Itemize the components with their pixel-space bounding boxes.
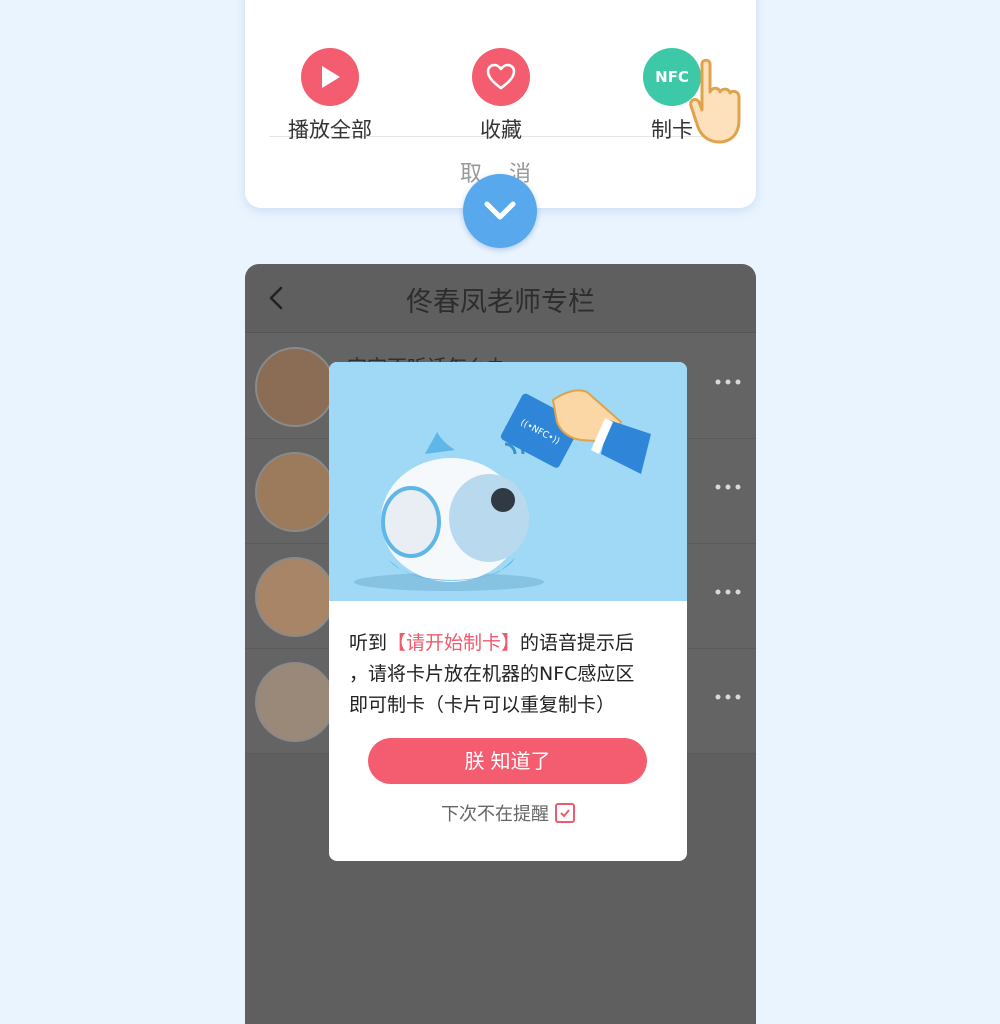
heart-icon [472,48,530,106]
got-it-button[interactable]: 朕知道了 [368,738,647,784]
nav-bar: 佟春凤老师专栏 [245,264,756,333]
avatar [255,452,335,532]
play-all-label: 播放全部 [288,118,372,142]
more-icon[interactable] [714,377,742,387]
more-icon[interactable] [714,692,742,702]
collapse-button[interactable] [463,174,537,248]
favorite-label: 收藏 [480,118,522,142]
favorite-button[interactable]: 收藏 [431,48,571,144]
avatar [255,662,335,742]
more-icon[interactable] [714,587,742,597]
checkbox-checked-icon[interactable] [555,803,575,823]
dont-remind-toggle[interactable]: 下次不在提醒 [329,800,687,826]
got-it-label: 知道了 [490,749,551,773]
play-icon [301,48,359,106]
got-it-icon: 朕 [464,749,485,773]
hand-image [551,389,651,474]
chevron-down-icon [484,201,516,220]
dont-remind-label: 下次不在提醒 [441,804,549,825]
nfc-tutorial-dialog: ((•NFC•)) 听到【请开始制卡】的语音提示后 ，请将卡片放在机器的NFC感… [329,362,687,861]
avatar [255,557,335,637]
nfc-instructions: 听到【请开始制卡】的语音提示后 ，请将卡片放在机器的NFC感应区 即可制卡（卡片… [349,632,635,716]
robot-speaker-image [381,432,529,582]
more-icon[interactable] [714,482,742,492]
nfc-illustration: ((•NFC•)) [329,362,687,601]
hand-pointer-icon [689,58,741,144]
page-title: 佟春凤老师专栏 [406,287,595,318]
play-all-button[interactable]: 播放全部 [260,48,400,144]
avatar [255,347,335,427]
